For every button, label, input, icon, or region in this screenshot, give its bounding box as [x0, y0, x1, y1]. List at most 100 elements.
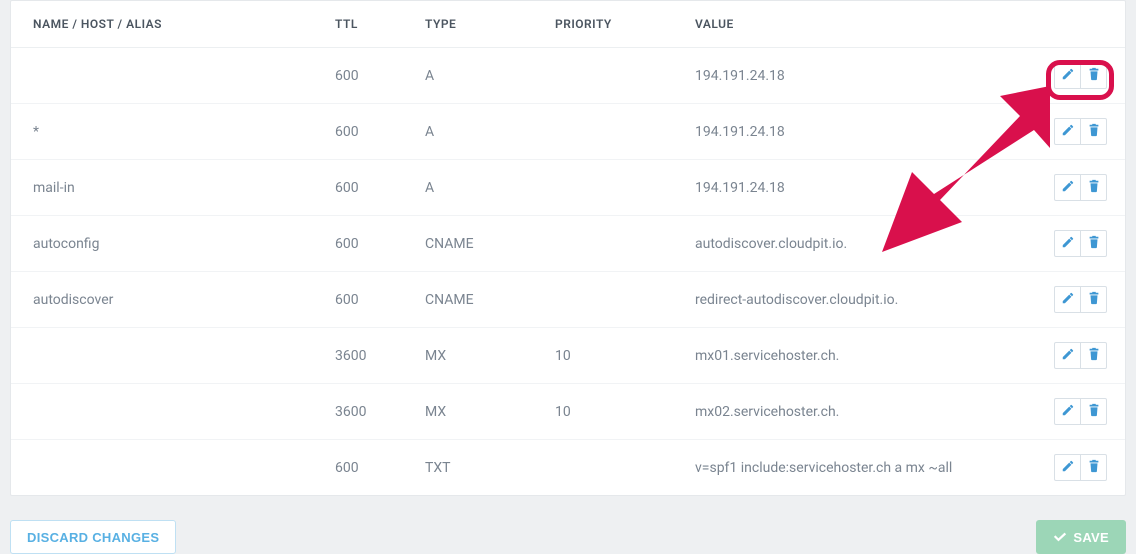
- cell-value: 194.191.24.18: [681, 104, 1029, 160]
- pencil-icon: [1061, 459, 1075, 476]
- cell-type: CNAME: [411, 216, 541, 272]
- cell-value: mx02.servicehoster.ch.: [681, 384, 1029, 440]
- cell-type: A: [411, 160, 541, 216]
- delete-button[interactable]: [1080, 342, 1107, 369]
- table-row: autodiscover600CNAME redirect-autodiscove…: [11, 272, 1125, 328]
- cell-ttl: 600: [321, 440, 411, 496]
- cell-value: 194.191.24.18: [681, 160, 1029, 216]
- delete-button[interactable]: [1080, 454, 1107, 481]
- trash-icon: [1087, 347, 1101, 364]
- cell-priority: 10: [541, 328, 681, 384]
- edit-button[interactable]: [1054, 454, 1081, 481]
- cell-type: TXT: [411, 440, 541, 496]
- cell-value: 194.191.24.18: [681, 48, 1029, 104]
- cell-type: MX: [411, 328, 541, 384]
- save-button-label: SAVE: [1073, 530, 1109, 545]
- cell-actions: [1029, 384, 1125, 440]
- cell-actions: [1029, 216, 1125, 272]
- pencil-icon: [1061, 235, 1075, 252]
- pencil-icon: [1061, 123, 1075, 140]
- cell-type: MX: [411, 384, 541, 440]
- cell-ttl: 600: [321, 48, 411, 104]
- check-icon: [1053, 530, 1067, 544]
- delete-button[interactable]: [1080, 118, 1107, 145]
- col-header-ttl: TTL: [321, 1, 411, 48]
- edit-button[interactable]: [1054, 230, 1081, 257]
- delete-button[interactable]: [1080, 286, 1107, 313]
- edit-button[interactable]: [1054, 342, 1081, 369]
- cell-name: [11, 440, 321, 496]
- pencil-icon: [1061, 291, 1075, 308]
- table-row: 600TXT v=spf1 include:servicehoster.ch a …: [11, 440, 1125, 496]
- table-row: 3600MX10mx02.servicehoster.ch.: [11, 384, 1125, 440]
- trash-icon: [1087, 179, 1101, 196]
- cell-actions: [1029, 160, 1125, 216]
- edit-button[interactable]: [1054, 62, 1081, 89]
- cell-name: autoconfig: [11, 216, 321, 272]
- pencil-icon: [1061, 347, 1075, 364]
- delete-button[interactable]: [1080, 62, 1107, 89]
- delete-button[interactable]: [1080, 174, 1107, 201]
- edit-button[interactable]: [1054, 118, 1081, 145]
- table-header: NAME / HOST / ALIAS TTL TYPE PRIORITY VA…: [11, 1, 1125, 48]
- col-header-value: VALUE: [681, 1, 1029, 48]
- cell-name: [11, 328, 321, 384]
- table-row: 3600MX10mx01.servicehoster.ch.: [11, 328, 1125, 384]
- cell-name: autodiscover: [11, 272, 321, 328]
- delete-button[interactable]: [1080, 230, 1107, 257]
- cell-ttl: 600: [321, 216, 411, 272]
- cell-type: CNAME: [411, 272, 541, 328]
- cell-value: v=spf1 include:servicehoster.ch a mx ~al…: [681, 440, 1029, 496]
- edit-button[interactable]: [1054, 398, 1081, 425]
- cell-ttl: 600: [321, 160, 411, 216]
- cell-priority: [541, 160, 681, 216]
- save-button[interactable]: SAVE: [1036, 520, 1126, 554]
- col-header-name: NAME / HOST / ALIAS: [11, 1, 321, 48]
- table-row: mail-in600A 194.191.24.18: [11, 160, 1125, 216]
- cell-ttl: 3600: [321, 384, 411, 440]
- cell-value: autodiscover.cloudpit.io.: [681, 216, 1029, 272]
- table-row: 600A 194.191.24.18: [11, 48, 1125, 104]
- table-row: autoconfig600CNAME autodiscover.cloudpit.…: [11, 216, 1125, 272]
- trash-icon: [1087, 235, 1101, 252]
- cell-ttl: 600: [321, 272, 411, 328]
- cell-value: redirect-autodiscover.cloudpit.io.: [681, 272, 1029, 328]
- discard-changes-button[interactable]: DISCARD CHANGES: [10, 520, 176, 554]
- cell-name: [11, 48, 321, 104]
- cell-priority: [541, 104, 681, 160]
- cell-actions: [1029, 440, 1125, 496]
- cell-priority: [541, 48, 681, 104]
- pencil-icon: [1061, 403, 1075, 420]
- cell-priority: [541, 440, 681, 496]
- trash-icon: [1087, 291, 1101, 308]
- trash-icon: [1087, 67, 1101, 84]
- cell-actions: [1029, 104, 1125, 160]
- cell-priority: 10: [541, 384, 681, 440]
- cell-actions: [1029, 48, 1125, 104]
- cell-actions: [1029, 272, 1125, 328]
- cell-name: mail-in: [11, 160, 321, 216]
- trash-icon: [1087, 403, 1101, 420]
- cell-name: [11, 384, 321, 440]
- cell-actions: [1029, 328, 1125, 384]
- cell-ttl: 600: [321, 104, 411, 160]
- edit-button[interactable]: [1054, 286, 1081, 313]
- footer-actions: DISCARD CHANGES SAVE: [10, 496, 1126, 554]
- cell-priority: [541, 216, 681, 272]
- cell-priority: [541, 272, 681, 328]
- cell-ttl: 3600: [321, 328, 411, 384]
- cell-name: *: [11, 104, 321, 160]
- pencil-icon: [1061, 179, 1075, 196]
- cell-type: A: [411, 104, 541, 160]
- cell-type: A: [411, 48, 541, 104]
- dns-records-table: NAME / HOST / ALIAS TTL TYPE PRIORITY VA…: [10, 0, 1126, 496]
- col-header-type: TYPE: [411, 1, 541, 48]
- cell-value: mx01.servicehoster.ch.: [681, 328, 1029, 384]
- trash-icon: [1087, 123, 1101, 140]
- edit-button[interactable]: [1054, 174, 1081, 201]
- table-row: *600A 194.191.24.18: [11, 104, 1125, 160]
- pencil-icon: [1061, 67, 1075, 84]
- trash-icon: [1087, 459, 1101, 476]
- col-header-priority: PRIORITY: [541, 1, 681, 48]
- delete-button[interactable]: [1080, 398, 1107, 425]
